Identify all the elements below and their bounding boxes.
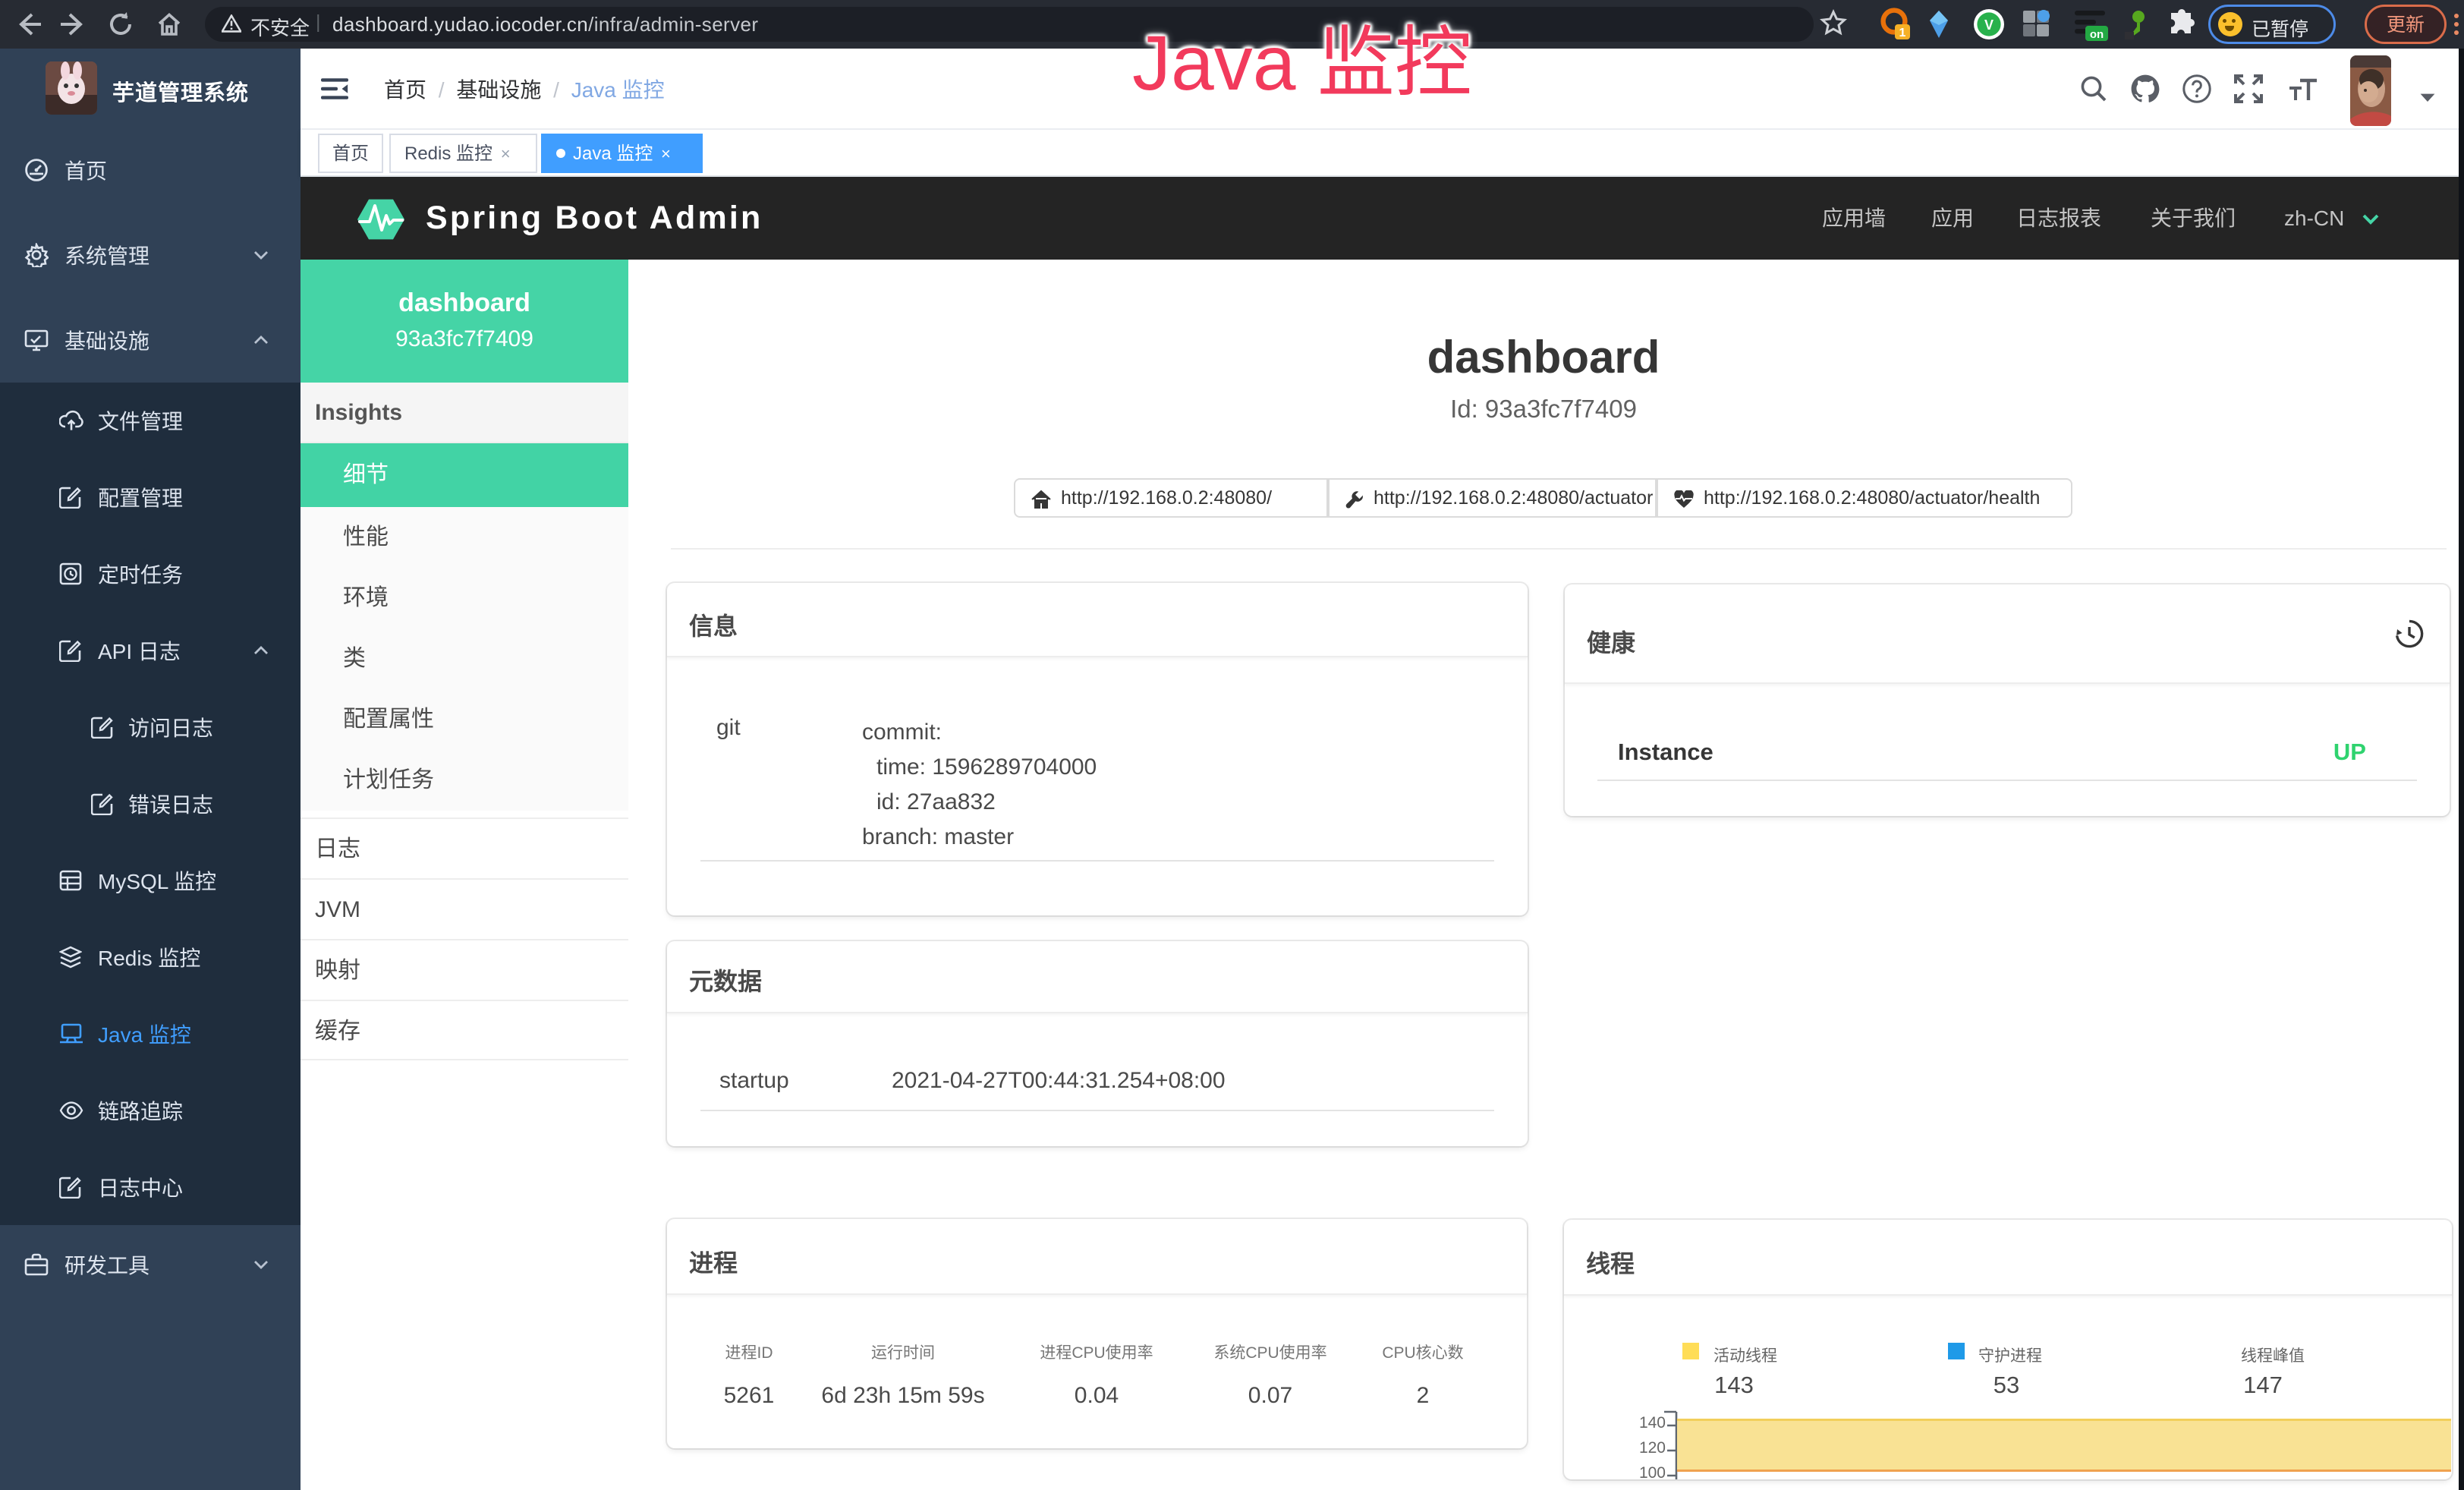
svg-text:on: on bbox=[2090, 28, 2104, 41]
svg-text:1: 1 bbox=[1899, 27, 1906, 39]
svg-text:V: V bbox=[1984, 17, 1994, 33]
